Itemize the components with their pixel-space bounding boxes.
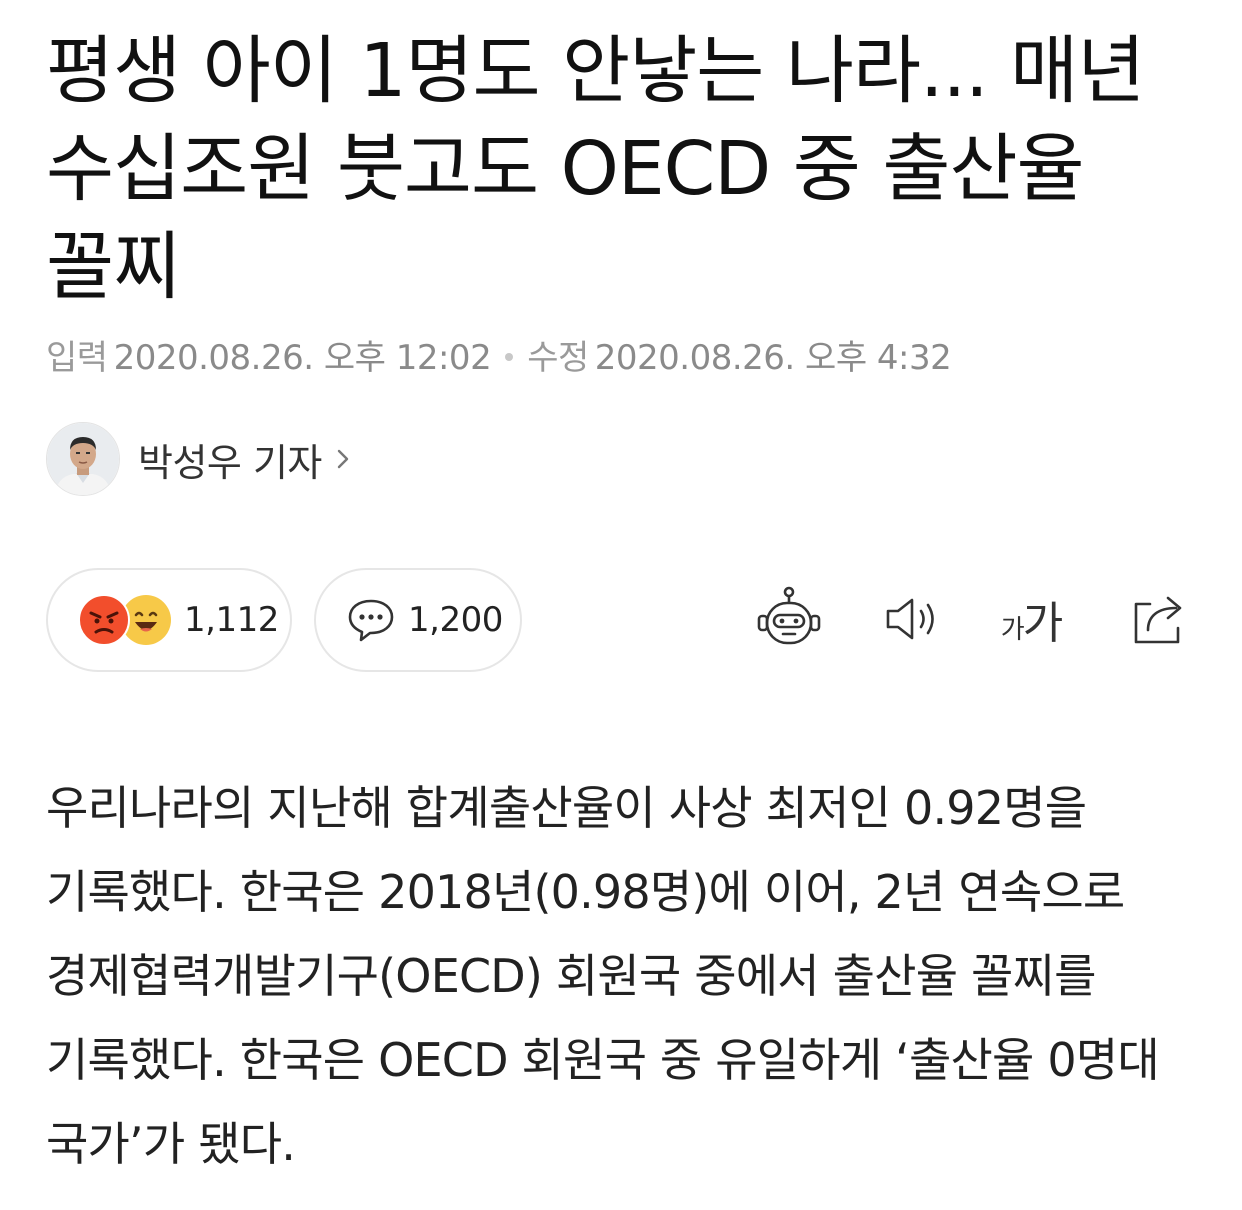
author-link[interactable]: 박성우 기자	[46, 422, 354, 496]
share-button[interactable]	[1124, 584, 1194, 654]
angry-emoji-icon	[78, 594, 130, 646]
reactions-button[interactable]: 1,112	[46, 568, 292, 672]
reaction-count: 1,112	[184, 600, 279, 640]
reaction-emojis	[78, 594, 172, 646]
input-label: 입력	[46, 338, 108, 378]
article-headline: 평생 아이 1명도 안낳는 나라... 매년 수십조원 붓고도 OECD 중 출…	[46, 28, 1145, 310]
robot-summary-button[interactable]	[754, 584, 824, 654]
comments-button[interactable]: 1,200	[314, 568, 522, 672]
share-icon	[1134, 596, 1182, 644]
speech-bubble-icon	[348, 599, 394, 642]
author-name: 박성우 기자	[138, 440, 322, 485]
article-timestamps: 입력 2020.08.26. 오후 12:02 수정 2020.08.26. 오후 4…	[46, 334, 952, 382]
input-time: 2020.08.26. 오후 12:02	[113, 338, 492, 378]
chevron-right-icon	[337, 449, 349, 469]
article-body: 우리나라의 지난해 합계출산율이 사상 최저인 0.92명을 기록했다. 한국은…	[46, 781, 1160, 1171]
article-page: 평생 아이 1명도 안낳는 나라... 매년 수십조원 붓고도 OECD 중 출…	[0, 0, 1242, 1210]
meta-separator-dot	[505, 352, 514, 361]
comment-count: 1,200	[408, 600, 503, 640]
speaker-icon	[886, 598, 934, 640]
robot-summary-icon	[757, 586, 821, 645]
font-size-button[interactable]: 가가	[996, 584, 1066, 654]
author-avatar	[46, 422, 120, 496]
listen-button[interactable]	[878, 584, 948, 654]
font-size-icon: 가가	[1000, 599, 1063, 648]
modified-label: 수정	[527, 338, 589, 378]
modified-time: 2020.08.26. 오후 4:32	[594, 338, 952, 378]
